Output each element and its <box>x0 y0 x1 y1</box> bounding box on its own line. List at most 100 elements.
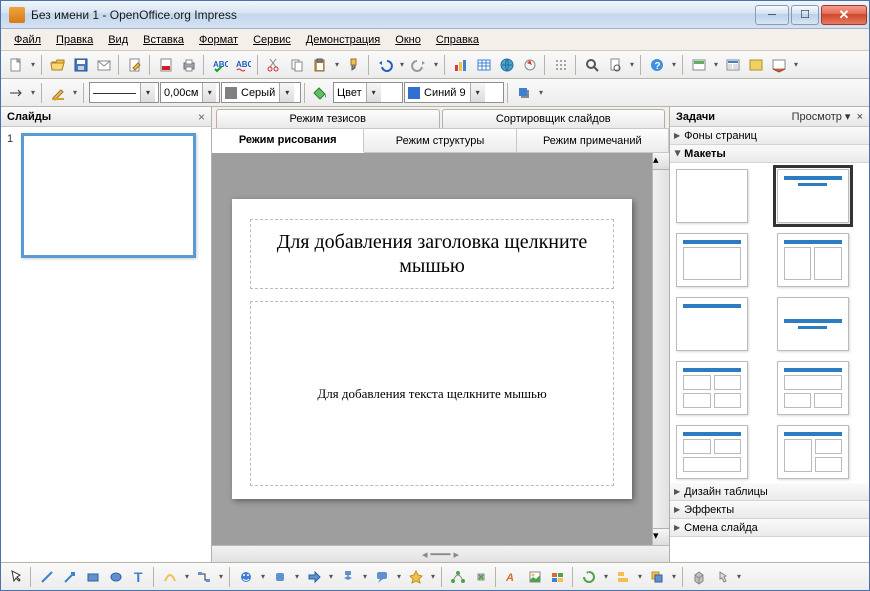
line-color-combo[interactable]: Серый▾ <box>221 82 301 103</box>
navigator-icon[interactable] <box>519 54 541 76</box>
body-placeholder[interactable]: Для добавления текста щелкните мышью <box>250 301 614 486</box>
fill-bucket-icon[interactable] <box>310 82 332 104</box>
export-pdf-icon[interactable] <box>155 54 177 76</box>
new-dropdown[interactable]: ▾ <box>28 60 38 69</box>
slide-design-dropdown[interactable]: ▾ <box>711 60 721 69</box>
symbol-shapes-icon[interactable] <box>269 566 291 588</box>
menu-slideshow[interactable]: Демонстрация <box>299 32 388 48</box>
curve-dropdown[interactable]: ▾ <box>182 572 192 581</box>
menu-view[interactable]: Вид <box>101 32 135 48</box>
undo-dropdown[interactable]: ▾ <box>397 60 407 69</box>
print-icon[interactable] <box>178 54 200 76</box>
layout-title[interactable] <box>777 169 849 223</box>
tab-slide-sorter[interactable]: Сортировщик слайдов <box>442 109 666 128</box>
select-icon[interactable] <box>5 566 27 588</box>
line-icon[interactable] <box>36 566 58 588</box>
from-file-icon[interactable] <box>524 566 546 588</box>
new-icon[interactable] <box>5 54 27 76</box>
layout-title-only[interactable] <box>676 297 748 351</box>
callouts-dropdown[interactable]: ▾ <box>394 572 404 581</box>
fill-color-combo[interactable]: Синий 9▾ <box>404 82 504 103</box>
fill-type-combo[interactable]: Цвет▾ <box>333 82 403 103</box>
layout-2x2[interactable] <box>676 361 748 415</box>
menu-insert[interactable]: Вставка <box>136 32 191 48</box>
paste-dropdown[interactable]: ▾ <box>332 60 342 69</box>
redo-icon[interactable] <box>408 54 430 76</box>
title-placeholder[interactable]: Для добавления заголовка щелкните мышью <box>250 219 614 289</box>
tab-drawing[interactable]: Режим рисования <box>212 129 364 153</box>
tab-outline[interactable]: Режим структуры <box>364 129 516 152</box>
curve-icon[interactable] <box>159 566 181 588</box>
undo-icon[interactable] <box>374 54 396 76</box>
basic-shapes-icon[interactable] <box>235 566 257 588</box>
hyperlink-icon[interactable] <box>496 54 518 76</box>
zoom-icon[interactable] <box>581 54 603 76</box>
save-icon[interactable] <box>70 54 92 76</box>
glue-points-icon[interactable] <box>470 566 492 588</box>
section-table-design[interactable]: ▶Дизайн таблицы <box>670 483 869 501</box>
ellipse-icon[interactable] <box>105 566 127 588</box>
drawbar-overflow-icon[interactable]: ▾ <box>734 572 744 581</box>
open-icon[interactable] <box>47 54 69 76</box>
extrusion-icon[interactable] <box>688 566 710 588</box>
arrow-style-icon[interactable] <box>5 82 27 104</box>
slide-master-icon[interactable] <box>745 54 767 76</box>
presentation-icon[interactable] <box>768 54 790 76</box>
arrow-line-icon[interactable] <box>59 566 81 588</box>
connector-dropdown[interactable]: ▾ <box>216 572 226 581</box>
shadow-icon[interactable] <box>513 82 535 104</box>
stars-icon[interactable] <box>405 566 427 588</box>
paste-icon[interactable] <box>309 54 331 76</box>
callouts-icon[interactable] <box>371 566 393 588</box>
horizontal-scrollbar[interactable]: ◂ ━━━ ▸ <box>212 545 669 562</box>
fontwork-icon[interactable]: A <box>501 566 523 588</box>
block-arrows-icon[interactable] <box>303 566 325 588</box>
menu-format[interactable]: Формат <box>192 32 245 48</box>
layout-centered[interactable] <box>777 297 849 351</box>
layout-1-2v[interactable] <box>777 425 849 479</box>
layout-two-content[interactable] <box>777 233 849 287</box>
tab-notes[interactable]: Режим примечаний <box>517 129 669 152</box>
layout-blank[interactable] <box>676 169 748 223</box>
connector-icon[interactable] <box>193 566 215 588</box>
flowchart-icon[interactable] <box>337 566 359 588</box>
line-width-combo[interactable]: 0,00см▾ <box>160 82 220 103</box>
section-layouts[interactable]: ▶Макеты <box>670 145 869 163</box>
zoom-page-icon[interactable] <box>604 54 626 76</box>
slide-canvas[interactable]: Для добавления заголовка щелкните мышью … <box>212 153 652 545</box>
grid-icon[interactable] <box>550 54 572 76</box>
toolbar2-overflow-icon[interactable]: ▾ <box>791 60 801 69</box>
minimize-button[interactable]: ─ <box>755 5 789 25</box>
help-icon[interactable]: ? <box>646 54 668 76</box>
arrow-style-dropdown[interactable]: ▾ <box>28 88 38 97</box>
interaction-icon[interactable] <box>711 566 733 588</box>
text-icon[interactable]: T <box>128 566 150 588</box>
line-style-combo[interactable]: ▾ <box>89 82 159 103</box>
menu-file[interactable]: Файл <box>7 32 48 48</box>
slide-design-icon[interactable] <box>688 54 710 76</box>
menu-window[interactable]: Окно <box>388 32 428 48</box>
symbol-shapes-dropdown[interactable]: ▾ <box>292 572 302 581</box>
spellcheck-icon[interactable]: ABC <box>209 54 231 76</box>
rectangle-icon[interactable] <box>82 566 104 588</box>
line-color-icon[interactable] <box>47 82 69 104</box>
line-color-dropdown[interactable]: ▾ <box>70 88 80 97</box>
tasks-view-link[interactable]: Просмотр ▾ × <box>792 110 863 123</box>
basic-shapes-dropdown[interactable]: ▾ <box>258 572 268 581</box>
copy-icon[interactable] <box>286 54 308 76</box>
thumbnail-1[interactable]: 1 <box>7 133 205 258</box>
chart-icon[interactable] <box>450 54 472 76</box>
tab-outline-mode[interactable]: Режим тезисов <box>216 109 440 128</box>
toolbar-overflow-icon[interactable]: ▾ <box>669 60 679 69</box>
align-icon[interactable] <box>612 566 634 588</box>
menu-edit[interactable]: Правка <box>49 32 100 48</box>
section-master-pages[interactable]: ▶Фоны страниц <box>670 127 869 145</box>
section-transition[interactable]: ▶Смена слайда <box>670 519 869 537</box>
align-dropdown[interactable]: ▾ <box>635 572 645 581</box>
table-icon[interactable] <box>473 54 495 76</box>
autospell-icon[interactable]: ABC <box>232 54 254 76</box>
menu-help[interactable]: Справка <box>429 32 486 48</box>
slides-panel-close-icon[interactable]: × <box>198 110 205 124</box>
cut-icon[interactable] <box>263 54 285 76</box>
gallery-icon[interactable] <box>547 566 569 588</box>
